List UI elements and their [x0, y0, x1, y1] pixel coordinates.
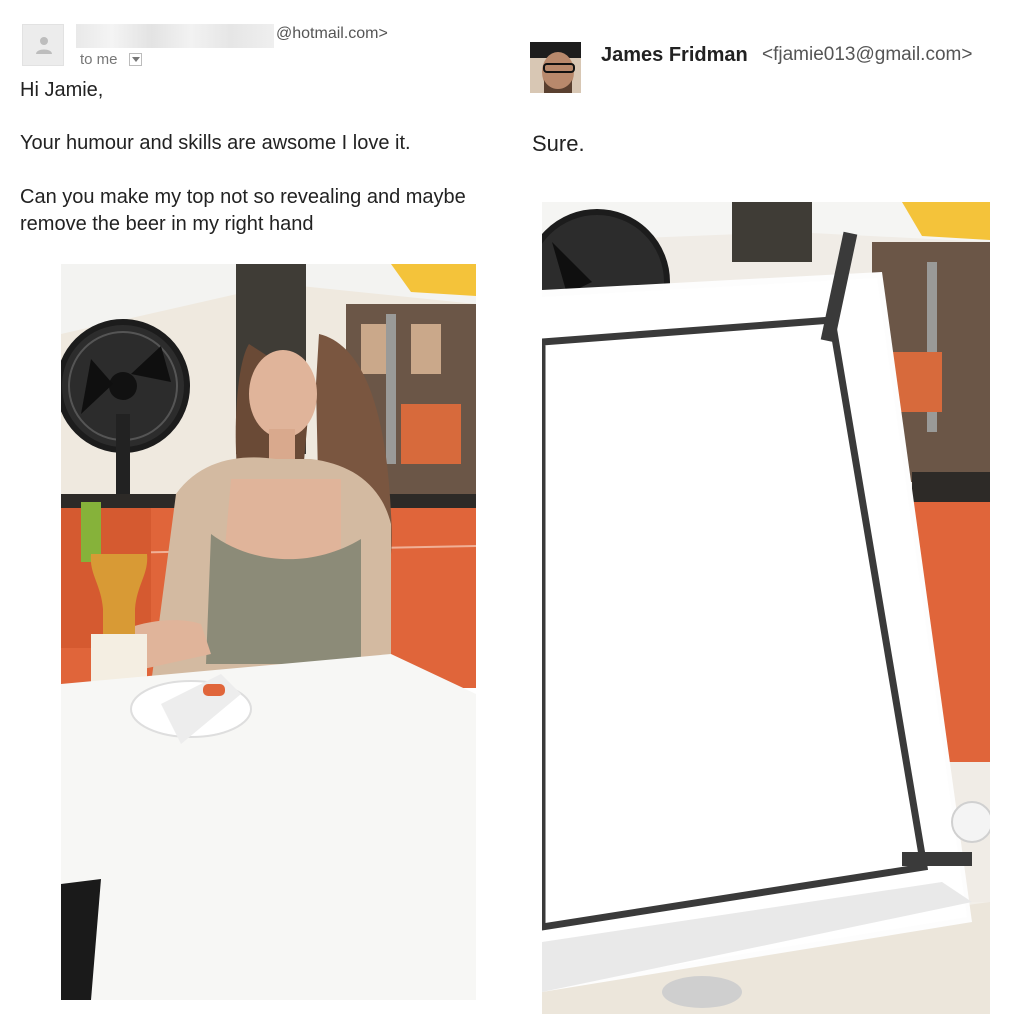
original-photo — [61, 264, 476, 1000]
profile-photo — [530, 42, 581, 93]
sender-avatar[interactable] — [22, 24, 64, 66]
person-icon — [36, 37, 52, 54]
reply-sender-email: <fjamie013@gmail.com> — [762, 44, 973, 65]
reply-sender-name: James Fridman — [601, 44, 748, 66]
bottle-cap-debris — [662, 976, 742, 1008]
recipient-details-dropdown[interactable] — [129, 53, 142, 66]
redacted-sender-address — [76, 24, 274, 48]
sender-email-domain: @hotmail.com> — [276, 25, 388, 42]
recipient-label: to me — [80, 51, 118, 68]
reply-body: Sure. — [532, 131, 585, 156]
email-greeting: Hi Jamie, — [20, 79, 104, 101]
restaurant-photo-original — [61, 264, 476, 1000]
chevron-down-icon — [132, 57, 140, 62]
email-paragraph-1: Your humour and skills are awsome I love… — [20, 132, 411, 154]
email-paragraph-2: Can you make my top not so revealing and… — [20, 186, 466, 235]
restaurant-photo-edited — [542, 202, 990, 1014]
edited-photo — [542, 202, 990, 1014]
table — [61, 654, 476, 1000]
james-avatar[interactable] — [530, 42, 581, 93]
